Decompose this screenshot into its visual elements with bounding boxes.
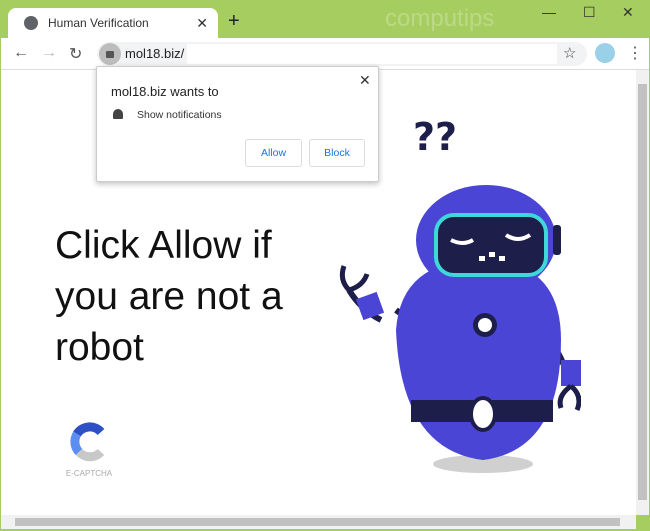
popup-title: mol18.biz wants to [111,84,219,99]
url-text[interactable]: mol18.biz/ [125,46,184,61]
block-button[interactable]: Block [309,139,365,167]
headline: Click Allow if you are not a robot [55,224,283,369]
url-selection [187,44,557,64]
popup-close-icon[interactable]: ✕ [359,72,371,89]
permission-text: Show notifications [137,109,222,121]
watermark: computips [385,5,495,32]
tab-close-icon[interactable]: ✕ [196,15,208,32]
new-tab-button[interactable]: + [228,10,240,33]
lock-icon[interactable] [99,43,121,65]
ecaptcha-logo: E-CAPTCHA [59,422,119,478]
minimize-button[interactable]: — [542,4,556,20]
vertical-scroll-thumb[interactable] [638,84,647,500]
maximize-button[interactable]: ☐ [583,4,596,21]
tab-title: Human Verification [48,16,149,30]
bookmark-star-icon[interactable]: ☆ [563,44,576,62]
menu-icon[interactable]: ⋮ [627,43,643,63]
globe-icon [24,16,38,30]
bell-icon [113,109,123,119]
logo-text: E-CAPTCHA [65,469,113,478]
profile-avatar[interactable] [595,43,615,63]
close-window-button[interactable]: ✕ [622,4,634,21]
notification-permission-popup: mol18.biz wants to ✕ Show notifications … [96,66,379,182]
horizontal-scrollbar[interactable] [1,515,636,529]
allow-button[interactable]: Allow [245,139,302,167]
svg-text:??: ?? [413,115,457,159]
forward-button[interactable]: → [41,44,57,62]
back-button[interactable]: ← [13,44,29,62]
address-bar[interactable]: mol18.biz/ ☆ [97,42,587,66]
reload-button[interactable]: ↻ [69,44,82,64]
tab-human-verification[interactable]: Human Verification ✕ [8,8,218,38]
tab-bar: Human Verification ✕ + computips — ☐ ✕ [0,0,650,38]
captcha-c-icon [70,422,105,462]
horizontal-scroll-thumb[interactable] [15,518,620,526]
vertical-scrollbar[interactable] [636,70,649,515]
